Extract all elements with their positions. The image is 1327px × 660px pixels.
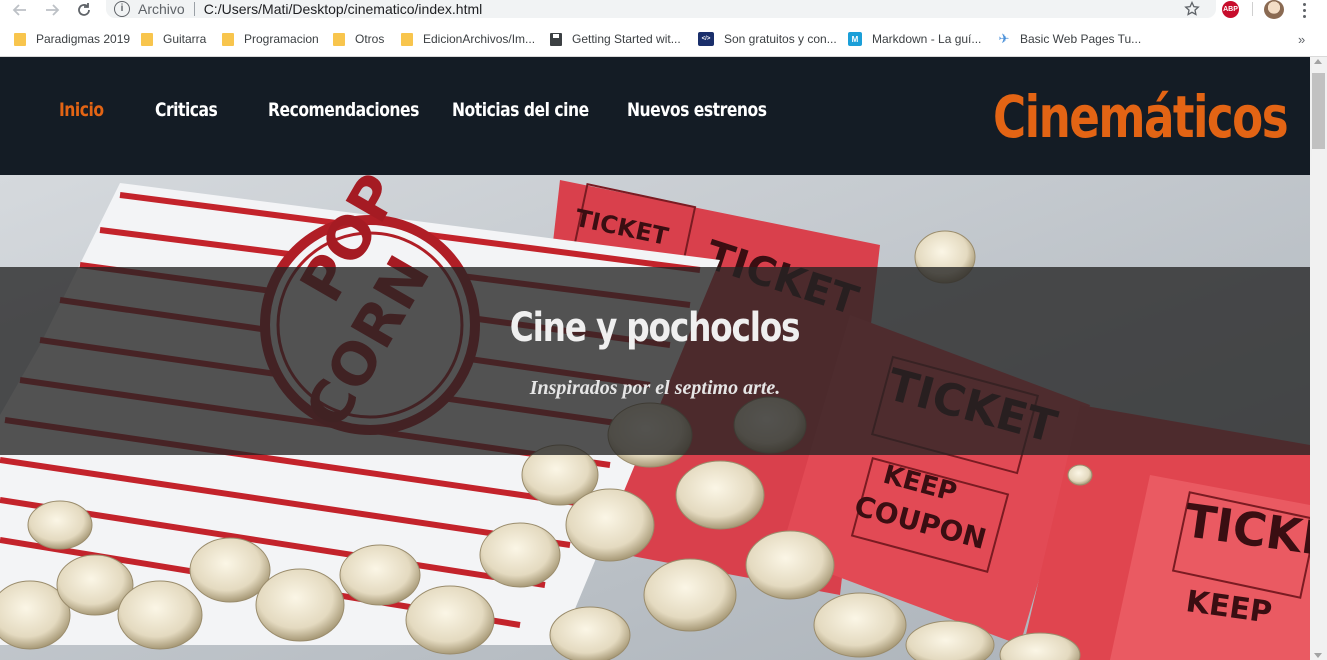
url-scheme: Archivo (138, 1, 185, 17)
bookmark-label: Son gratuitos y con... (724, 32, 837, 46)
address-bar[interactable]: i Archivo C:/Users/Mati/Desktop/cinemati… (106, 0, 1216, 18)
reload-icon[interactable] (72, 0, 96, 20)
bookmark-label: Guitarra (163, 32, 207, 46)
cs-site-icon: </> (698, 32, 714, 46)
page-viewport: Inicio Criticas Recomendaciones Noticias… (0, 57, 1310, 660)
nav-link-recomendaciones[interactable]: Recomendaciones (268, 99, 419, 121)
folder-icon (141, 32, 153, 46)
nav-link-estrenos[interactable]: Nuevos estrenos (627, 99, 767, 121)
nav-link-criticas[interactable]: Criticas (155, 99, 218, 121)
hero-overlay-band: Cine y pochoclos Inspirados por el septi… (0, 267, 1310, 455)
adblock-extension-icon[interactable]: ABP (1222, 1, 1239, 18)
bookmarks-overflow-button[interactable]: » (1298, 27, 1305, 51)
scroll-down-arrow-icon[interactable] (1314, 653, 1322, 658)
folder-icon (333, 32, 345, 46)
scroll-thumb[interactable] (1312, 73, 1325, 149)
bookmark-item[interactable]: EdicionArchivos/Im... (401, 27, 535, 51)
bookmark-star-icon[interactable] (1183, 0, 1201, 18)
browser-toolbar: i Archivo C:/Users/Mati/Desktop/cinemati… (0, 0, 1327, 20)
folder-icon (222, 32, 234, 46)
plane-icon: ✈ (998, 31, 1010, 46)
profile-avatar[interactable] (1264, 0, 1284, 19)
hero-banner: TICKET TICKE KEEP COUPON KEEP TICKET TIC… (0, 175, 1310, 660)
nav-link-noticias[interactable]: Noticias del cine (452, 99, 589, 121)
bookmark-item[interactable]: Otros (333, 27, 384, 51)
bookmark-label: Programacion (244, 32, 319, 46)
site-info-icon[interactable]: i (114, 1, 130, 17)
bookmark-label: Paradigmas 2019 (36, 32, 131, 46)
back-arrow-icon[interactable] (8, 0, 32, 20)
url-path: C:/Users/Mati/Desktop/cinematico/index.h… (203, 1, 483, 17)
bookmark-item[interactable]: Getting Started wit... (550, 27, 681, 51)
site-logo[interactable]: Cinemáticos (993, 82, 1289, 152)
scroll-up-arrow-icon[interactable] (1314, 59, 1322, 64)
bookmark-item[interactable]: Paradigmas 2019 (14, 27, 130, 51)
bookmarks-bar: Paradigmas 2019 Guitarra Programacion Ot… (0, 27, 1327, 51)
folder-icon (14, 32, 26, 46)
browser-menu-icon[interactable] (1298, 1, 1310, 19)
bookmark-item[interactable]: ✈ Basic Web Pages Tu... (998, 27, 1142, 51)
page-scrollbar[interactable] (1310, 57, 1327, 660)
bookmark-label: Markdown - La guí... (872, 32, 982, 46)
bookmark-item[interactable]: M Markdown - La guí... (848, 27, 981, 51)
bookmark-item[interactable]: </> Son gratuitos y con... (698, 27, 837, 51)
bookmark-label: Otros (355, 32, 385, 46)
bookmark-item[interactable]: Guitarra (141, 27, 206, 51)
url-separator (193, 2, 195, 16)
bookmark-item[interactable]: Programacion (222, 27, 319, 51)
save-disk-icon (550, 32, 562, 46)
folder-icon (401, 32, 413, 46)
forward-arrow-icon[interactable] (40, 0, 64, 20)
site-header: Inicio Criticas Recomendaciones Noticias… (0, 57, 1310, 175)
nav-link-inicio[interactable]: Inicio (59, 99, 104, 121)
bookmark-label: Getting Started wit... (572, 32, 681, 46)
bookmark-label: Basic Web Pages Tu... (1020, 32, 1142, 46)
hero-title: Cine y pochoclos (0, 305, 1310, 351)
bookmark-label: EdicionArchivos/Im... (423, 32, 536, 46)
hero-subtitle: Inspirados por el septimo arte. (529, 377, 781, 399)
toolbar-divider (1252, 2, 1253, 16)
hero-title-text: Cine y pochoclos (510, 305, 801, 351)
markdown-site-icon: M (848, 32, 862, 46)
